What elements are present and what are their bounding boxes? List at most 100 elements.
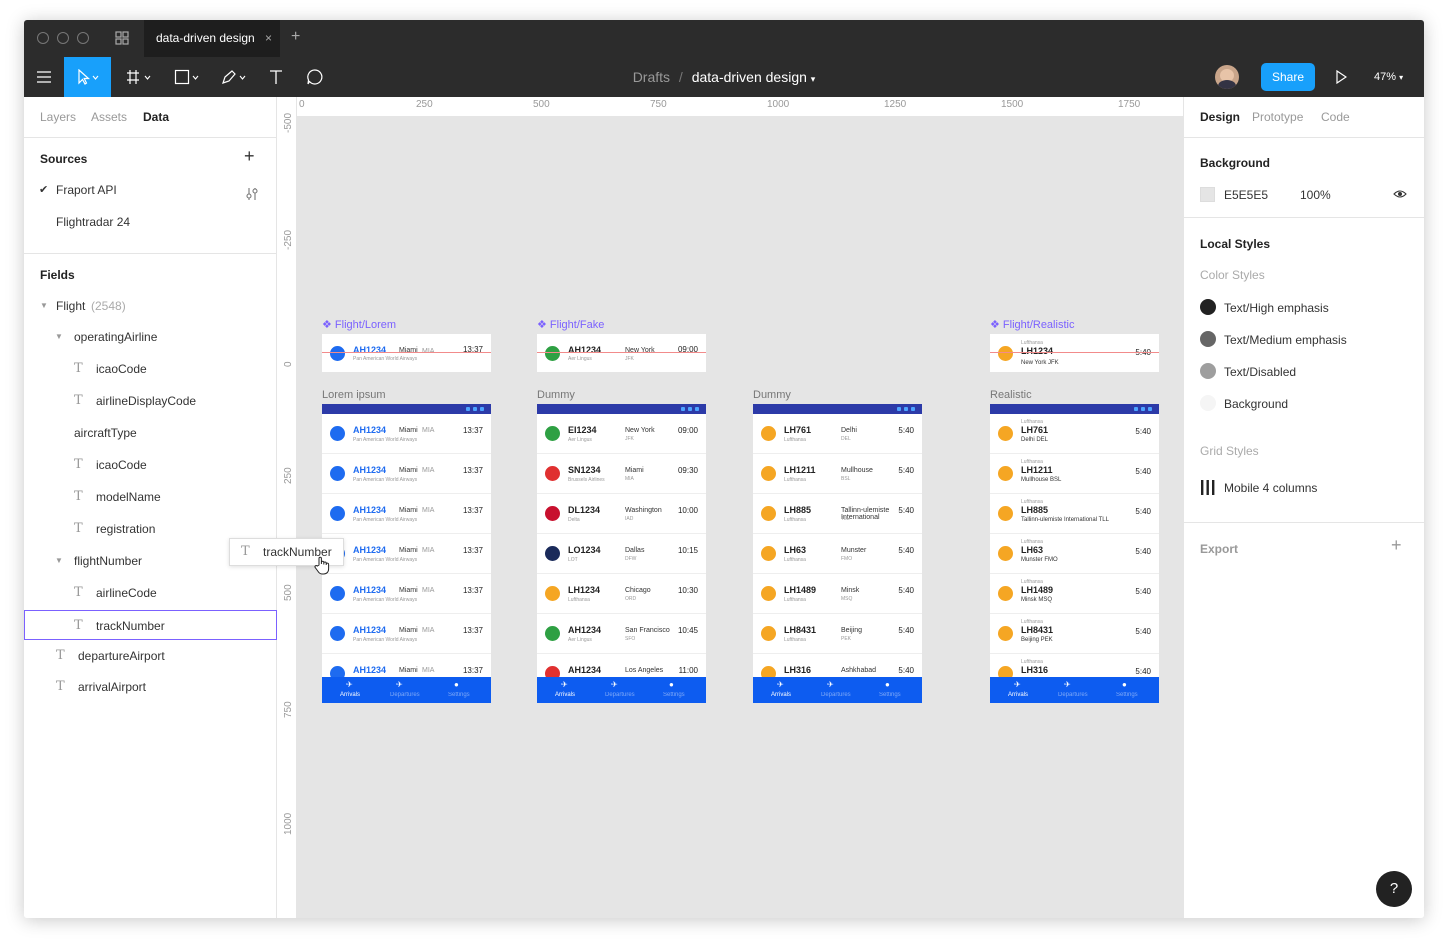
list-item[interactable]: Lufthansa LH761 Delhi DEL 5:40 — [990, 414, 1159, 454]
color-style-name[interactable]: Background — [1224, 397, 1288, 411]
new-tab-button[interactable]: + — [291, 28, 300, 46]
background-opacity[interactable]: 100% — [1300, 188, 1331, 202]
color-style-swatch[interactable] — [1200, 395, 1216, 411]
tab-bar-icon[interactable]: ● — [454, 680, 459, 689]
source-item[interactable]: ✔ Fraport API — [24, 175, 277, 205]
field-group-operating-airline[interactable]: ▼ operatingAirline — [24, 322, 277, 352]
list-item[interactable]: AH1234 San Francisco SFO Aer Lingus 10:45 — [537, 614, 706, 654]
zoom-dropdown[interactable]: 47% ▾ — [1374, 57, 1403, 98]
maximize-window-button[interactable] — [77, 32, 89, 44]
list-item[interactable]: LH1489 Minsk MSQ Lufthansa 5:40 — [753, 574, 922, 614]
frame-label[interactable]: Dummy — [537, 389, 575, 401]
list-item[interactable]: Lufthansa LH63 Munster FMO 5:40 — [990, 534, 1159, 574]
field-item[interactable]: TicaoCode — [24, 354, 277, 384]
tab-bar-label[interactable]: Settings — [879, 692, 901, 698]
tab-layers[interactable]: Layers — [40, 110, 76, 124]
file-name[interactable]: data-driven design — [692, 69, 807, 85]
text-tool-icon[interactable] — [264, 57, 288, 97]
tab-bar-icon[interactable]: ✈ — [777, 680, 784, 689]
close-window-button[interactable] — [37, 32, 49, 44]
tab-bar-icon[interactable]: ✈ — [1064, 680, 1071, 689]
chevron-down-icon[interactable]: ▾ — [811, 74, 816, 84]
phone-frame[interactable]: LH761 Delhi DEL Lufthansa 5:40 LH1211 Mullhous… — [753, 404, 922, 703]
color-style-name[interactable]: Text/Medium emphasis — [1224, 333, 1347, 347]
component-card[interactable]: AH1234MiamiMIAPan American World Airways… — [322, 334, 491, 372]
comment-tool-icon[interactable] — [303, 57, 327, 97]
tab-bar-icon[interactable]: ✈ — [346, 680, 353, 689]
list-item[interactable]: AH1234 Miami MIA Pan American World Airways… — [322, 414, 491, 454]
field-item-selected[interactable]: TtrackNumber — [24, 610, 277, 640]
phone-frame[interactable]: EI1234 New York JFK Aer Lingus 09:00 SN1234 Mi… — [537, 404, 706, 703]
color-style-name[interactable]: Text/Disabled — [1224, 365, 1296, 379]
list-item[interactable]: AH1234 Miami MIA Pan American World Airways… — [322, 494, 491, 534]
list-item[interactable]: Lufthansa LH1211 Mullhouse BSL 5:40 — [990, 454, 1159, 494]
field-group-aircraft-type[interactable]: aircraftType — [24, 418, 277, 448]
present-play-icon[interactable] — [1331, 57, 1351, 97]
list-item[interactable]: AH1234 Miami MIA Pan American World Airways… — [322, 534, 491, 574]
add-source-button[interactable]: + — [244, 146, 255, 167]
component-label[interactable]: ❖ Flight/Realistic — [990, 318, 1074, 331]
close-tab-icon[interactable]: × — [265, 20, 272, 57]
list-item[interactable]: LH1211 Mullhouse BSL Lufthansa 5:40 — [753, 454, 922, 494]
component-label[interactable]: ❖ Flight/Fake — [537, 318, 604, 331]
list-item[interactable]: LO1234 Dallas DFW LOT 10:15 — [537, 534, 706, 574]
field-item[interactable]: TicaoCode — [24, 450, 277, 480]
component-card[interactable]: LufthansaLH1234New York JFK5:40 — [990, 334, 1159, 372]
list-item[interactable]: EI1234 New York JFK Aer Lingus 09:00 — [537, 414, 706, 454]
share-button[interactable]: Share — [1261, 63, 1315, 91]
canvas[interactable]: 0 250 500 750 1000 1250 1500 1750 -500 -250 0 250 5… — [277, 97, 1183, 918]
list-item[interactable]: AH1234 Miami MIA Pan American World Airways… — [322, 454, 491, 494]
add-export-button[interactable]: + — [1391, 535, 1402, 556]
color-style-swatch[interactable] — [1200, 331, 1216, 347]
list-item[interactable]: Lufthansa LH885 Tallinn-ulemiste Internati… — [990, 494, 1159, 534]
frame-label[interactable]: Dummy — [753, 389, 791, 401]
list-item[interactable]: AH1234 Miami MIA Pan American World Airways… — [322, 614, 491, 654]
field-item[interactable]: TarrivalAirport — [24, 672, 277, 702]
avatar[interactable] — [1215, 65, 1239, 89]
tab-code[interactable]: Code — [1321, 110, 1350, 124]
tab-bar-icon[interactable]: ✈ — [561, 680, 568, 689]
tab-assets[interactable]: Assets — [91, 110, 127, 124]
tab-bar-label[interactable]: Settings — [663, 692, 685, 698]
frame-label[interactable]: Lorem ipsum — [322, 389, 386, 401]
background-swatch[interactable] — [1200, 187, 1215, 202]
component-label[interactable]: ❖ Flight/Lorem — [322, 318, 396, 331]
file-tab[interactable]: data-driven design × — [144, 20, 280, 57]
tab-prototype[interactable]: Prototype — [1252, 110, 1303, 124]
background-hex[interactable]: E5E5E5 — [1224, 188, 1268, 202]
shape-tool-button[interactable] — [170, 57, 206, 97]
pen-tool-button[interactable] — [217, 57, 253, 97]
list-item[interactable]: DL1234 Washington IAD Delta 10:00 — [537, 494, 706, 534]
list-item[interactable]: LH63 Munster FMO Lufthansa 5:40 — [753, 534, 922, 574]
list-item[interactable]: LH761 Delhi DEL Lufthansa 5:40 — [753, 414, 922, 454]
list-item[interactable]: LH885 Tallinn-ulemiste International TLL Lu… — [753, 494, 922, 534]
help-button[interactable]: ? — [1376, 871, 1412, 907]
tab-bar-icon[interactable]: ● — [885, 680, 890, 689]
list-item[interactable]: Lufthansa LH1489 Minsk MSQ 5:40 — [990, 574, 1159, 614]
tab-bar-label[interactable]: Settings — [1116, 692, 1138, 698]
tab-bar-label[interactable]: Arrivals — [340, 692, 360, 698]
tab-bar-label[interactable]: Departures — [605, 692, 635, 698]
tab-bar-label[interactable]: Departures — [821, 692, 851, 698]
field-item[interactable]: TairlineCode — [24, 578, 277, 608]
field-item[interactable]: TdepartureAirport — [24, 641, 277, 671]
tab-bar-icon[interactable]: ✈ — [611, 680, 618, 689]
color-style-name[interactable]: Text/High emphasis — [1224, 301, 1329, 315]
color-style-swatch[interactable] — [1200, 299, 1216, 315]
frame-tool-button[interactable] — [122, 57, 158, 97]
move-tool-button[interactable] — [64, 57, 111, 97]
source-item[interactable]: Flightradar 24 — [24, 207, 277, 237]
tab-bar-label[interactable]: Arrivals — [555, 692, 575, 698]
eye-icon[interactable] — [1393, 188, 1407, 203]
list-item[interactable]: AH1234 Miami MIA Pan American World Airways… — [322, 574, 491, 614]
field-item[interactable]: TairlineDisplayCode — [24, 386, 277, 416]
phone-frame[interactable]: Lufthansa LH761 Delhi DEL 5:40 Lufthansa LH12… — [990, 404, 1159, 703]
grid-icon[interactable] — [115, 31, 129, 45]
minimize-window-button[interactable] — [57, 32, 69, 44]
tab-bar-label[interactable]: Arrivals — [1008, 692, 1028, 698]
tab-design[interactable]: Design — [1200, 110, 1240, 124]
frame-label[interactable]: Realistic — [990, 389, 1032, 401]
list-item[interactable]: SN1234 Miami MIA Brussels Airlines 09:30 — [537, 454, 706, 494]
list-item[interactable]: Lufthansa LH8431 Beijing PEK 5:40 — [990, 614, 1159, 654]
field-item[interactable]: TmodelName — [24, 482, 277, 512]
